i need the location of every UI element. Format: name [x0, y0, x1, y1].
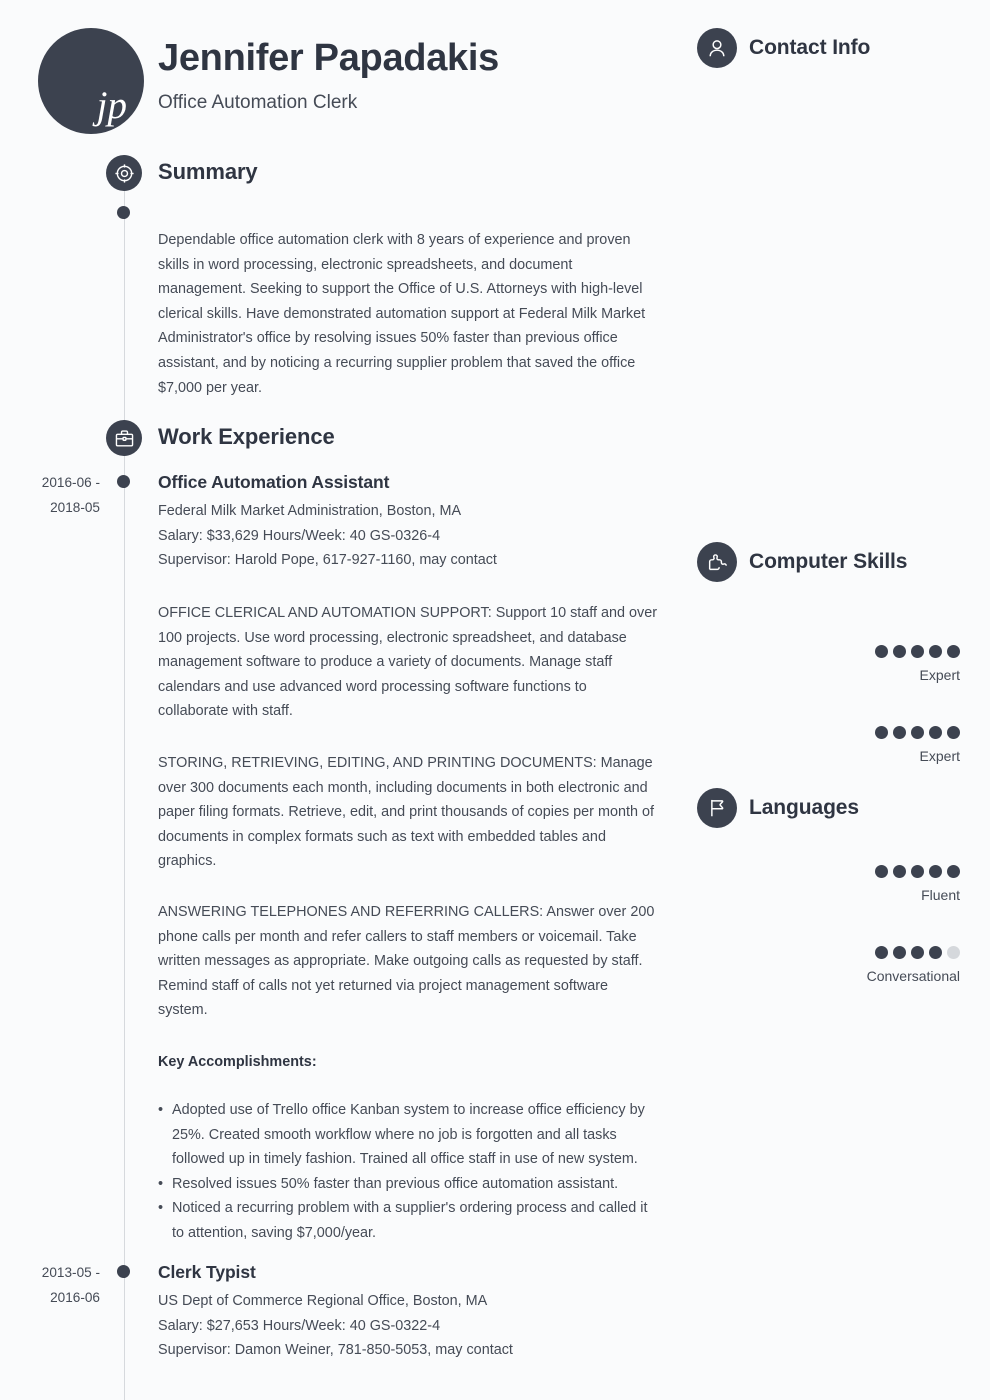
job-duty-paragraph: OFFICE CLERICAL AND AUTOMATION SUPPORT: …: [158, 605, 658, 720]
avatar: jp: [38, 28, 144, 134]
job-date-end-1: 2018-05: [50, 500, 100, 515]
section-header-languages: Languages: [697, 788, 859, 828]
section-title-work-experience: Work Experience: [158, 424, 335, 449]
rating-dot: [875, 946, 888, 959]
job-paragraph-1-1: OFFICE CLERICAL AND AUTOMATION SUPPORT: …: [158, 601, 658, 724]
language-rating-2: Conversational: [690, 946, 990, 987]
job-supervisor-1: Supervisor: Harold Pope, 617-927-1160, m…: [158, 552, 497, 569]
job-dates-2: 2013-05 - 2016-06: [0, 1260, 100, 1310]
rating-dot: [929, 865, 942, 878]
target-icon: [106, 155, 142, 191]
rating-dots: [690, 726, 960, 739]
summary-text: Dependable office automation clerk with …: [158, 228, 658, 400]
rating-dot: [893, 645, 906, 658]
job-title-1: Office Automation Assistant: [158, 472, 390, 492]
rating-dot: [875, 726, 888, 739]
rating-dot: [947, 726, 960, 739]
resume-header: jp Jennifer Papadakis Office Automation …: [0, 0, 690, 140]
skill-rating-2: Expert: [690, 726, 990, 767]
job-dates-1: 2016-06 - 2018-05: [0, 470, 100, 520]
job-date-end-2: 2016-06: [50, 1290, 100, 1305]
rating-dot: [911, 865, 924, 878]
puzzle-icon: [697, 542, 737, 582]
timeline-rail: [123, 178, 125, 1400]
timeline-dot-job-2: [117, 1265, 130, 1278]
section-title-languages: Languages: [749, 796, 859, 819]
rating-dot: [929, 645, 942, 658]
rating-dot: [893, 726, 906, 739]
rating-dot: [929, 726, 942, 739]
language-rating-1: Fluent: [690, 865, 990, 906]
rating-dot: [911, 946, 924, 959]
rating-dots: [690, 645, 960, 658]
briefcase-icon: [106, 420, 142, 456]
skill-rating-1: Expert: [690, 645, 990, 686]
section-title-summary: Summary: [158, 159, 258, 184]
avatar-initials: jp: [96, 84, 127, 127]
rating-dot: [947, 865, 960, 878]
main-column: jp Jennifer Papadakis Office Automation …: [0, 0, 690, 1400]
rating-dot: [875, 645, 888, 658]
job-employer-2: US Dept of Commerce Regional Office, Bos…: [158, 1293, 488, 1309]
rating-dot: [911, 726, 924, 739]
rating-label: Fluent: [921, 887, 960, 903]
rating-dot: [929, 946, 942, 959]
job-meta-2: US Dept of Commerce Regional Office, Bos…: [158, 1289, 658, 1363]
resume-page: jp Jennifer Papadakis Office Automation …: [0, 0, 990, 1400]
rating-dot: [875, 865, 888, 878]
rating-dot: [947, 645, 960, 658]
rating-dot: [893, 946, 906, 959]
list-item: Adopted use of Trello office Kanban syst…: [158, 1098, 658, 1172]
job-salary-2: Salary: $27,653 Hours/Week: 40 GS-0322-4: [158, 1317, 441, 1334]
key-accomplishments-heading: Key Accomplishments:: [158, 1054, 317, 1070]
flag-icon: [697, 788, 737, 828]
job-supervisor-2: Supervisor: Damon Weiner, 781-850-5053, …: [158, 1342, 513, 1359]
job-title: Office Automation Clerk: [158, 92, 358, 113]
page-title: Jennifer Papadakis: [158, 37, 499, 79]
section-header-contact-info: Contact Info: [697, 28, 870, 68]
user-icon: [697, 28, 737, 68]
section-header-work-experience: Work Experience: [0, 420, 690, 458]
list-item: Resolved issues 50% faster than previous…: [158, 1172, 658, 1197]
rating-dots: [690, 946, 960, 959]
rating-dots: [690, 865, 960, 878]
accomplishments-list: Adopted use of Trello office Kanban syst…: [158, 1098, 658, 1246]
rating-dot: [911, 645, 924, 658]
section-title-contact-info: Contact Info: [749, 36, 871, 59]
section-header-summary: Summary: [0, 155, 690, 193]
rating-label: Expert: [919, 667, 960, 683]
rating-dot-empty: [947, 946, 960, 959]
list-item: Noticed a recurring problem with a suppl…: [158, 1196, 658, 1245]
job-duty-paragraph: ANSWERING TELEPHONES AND REFERRING CALLE…: [158, 904, 655, 1019]
job-date-start-1: 2016-06 -: [41, 475, 100, 490]
rating-dot: [893, 865, 906, 878]
job-employer-1: Federal Milk Market Administration, Bost…: [158, 503, 462, 519]
sidebar-column: Contact Info Phone 978-963-6736 E-mail j…: [690, 0, 990, 1400]
timeline-dot-summary: [117, 206, 130, 219]
job-salary-1: Salary: $33,629 Hours/Week: 40 GS-0326-4: [158, 527, 441, 544]
job-duty-paragraph: STORING, RETRIEVING, EDITING, AND PRINTI…: [158, 755, 654, 870]
summary-paragraph: Dependable office automation clerk with …: [158, 232, 646, 396]
timeline-dot-job-1: [117, 475, 130, 488]
job-paragraph-1-2: STORING, RETRIEVING, EDITING, AND PRINTI…: [158, 751, 658, 874]
section-header-computer-skills: Computer Skills: [697, 542, 907, 582]
section-title-computer-skills: Computer Skills: [749, 550, 908, 573]
job-date-start-2: 2013-05 -: [41, 1265, 100, 1280]
job-paragraph-1-3: ANSWERING TELEPHONES AND REFERRING CALLE…: [158, 900, 658, 1023]
rating-label: Conversational: [866, 968, 960, 984]
job-meta-1: Federal Milk Market Administration, Bost…: [158, 499, 658, 573]
rating-label: Expert: [919, 748, 960, 764]
job-title-2: Clerk Typist: [158, 1262, 256, 1282]
